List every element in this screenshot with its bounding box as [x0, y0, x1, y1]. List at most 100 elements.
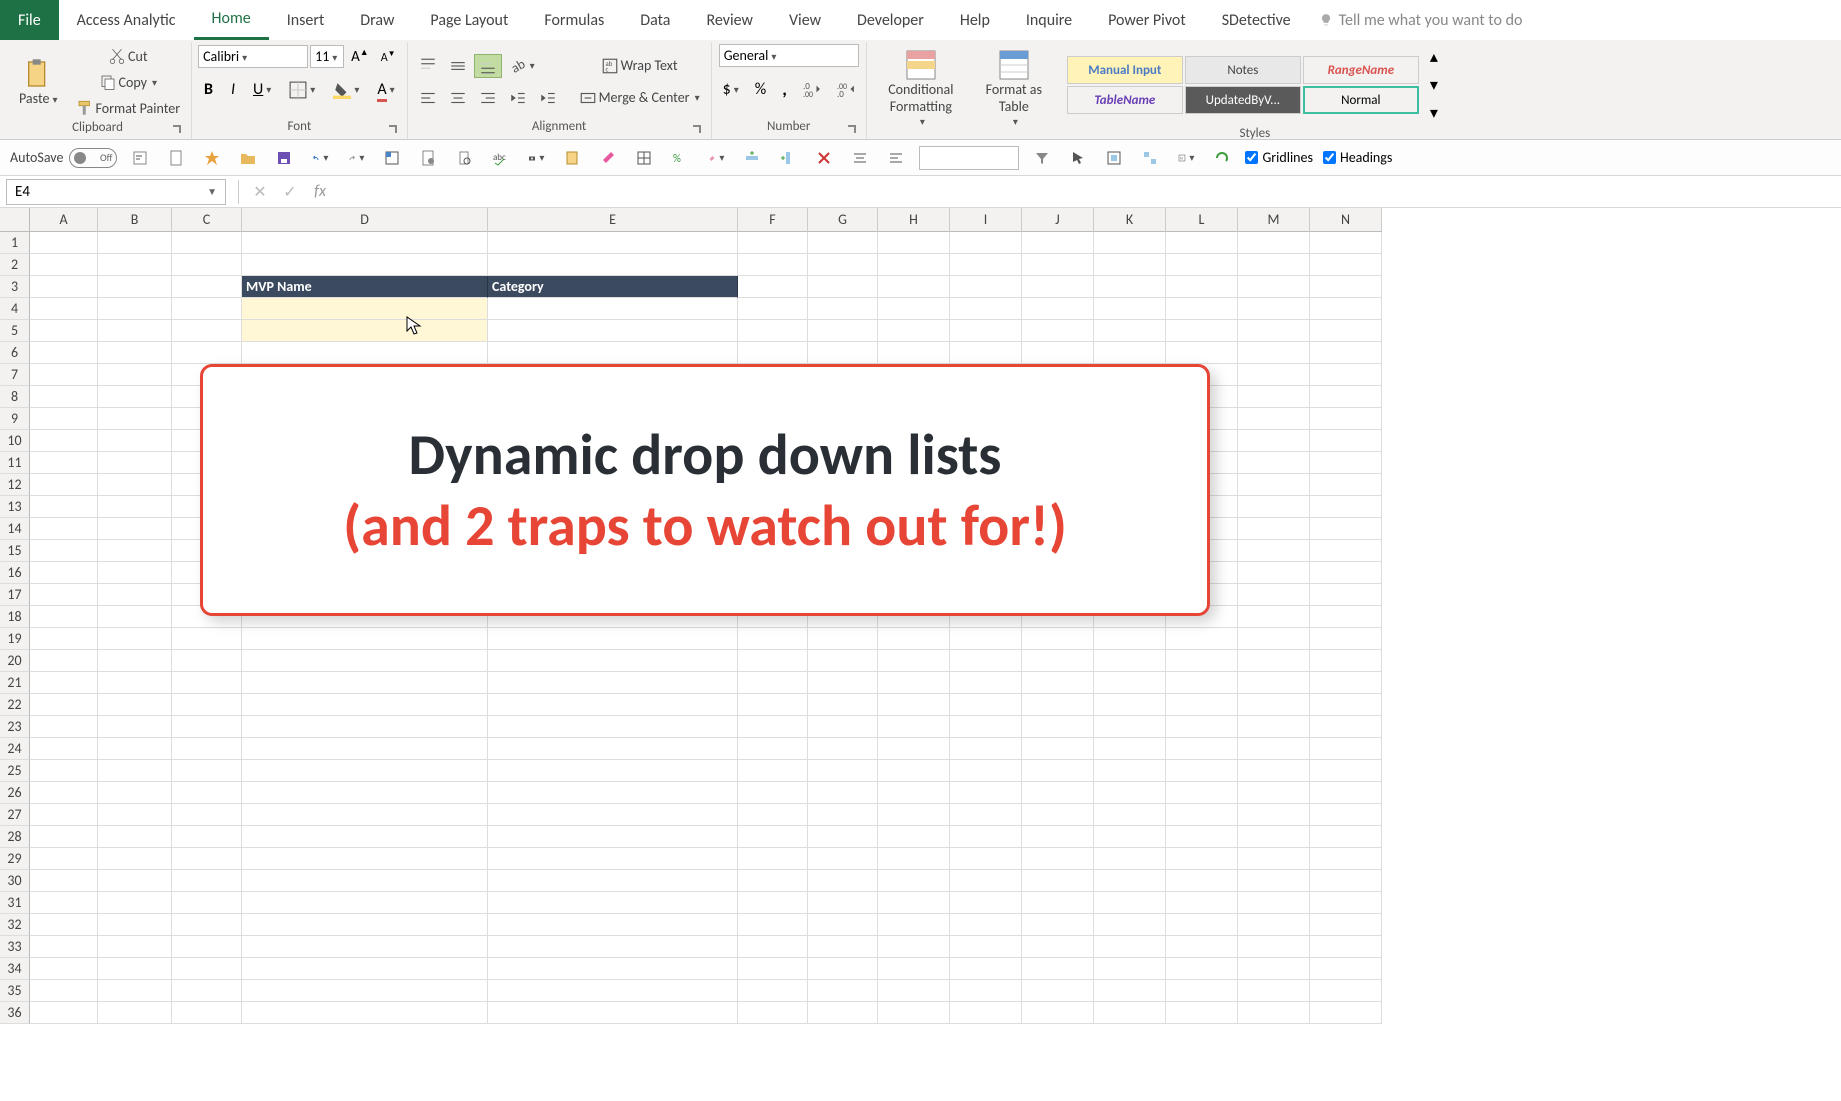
cell-F30[interactable] [738, 870, 808, 892]
format-as-table-button[interactable]: Format as Table [973, 44, 1055, 133]
cell-I29[interactable] [950, 848, 1022, 870]
qat-insert-rows-button[interactable] [739, 145, 765, 171]
cell-C5[interactable] [172, 320, 242, 342]
cell-I26[interactable] [950, 782, 1022, 804]
column-header-I[interactable]: I [950, 208, 1022, 232]
cell-J36[interactable] [1022, 1002, 1094, 1024]
cut-button[interactable]: Cut [71, 44, 186, 68]
number-format-combo[interactable]: General [719, 44, 859, 67]
wrap-text-button[interactable]: abc Wrap Text [574, 54, 705, 78]
tab-access-analytic[interactable]: Access Analytic [59, 0, 194, 40]
cell-C23[interactable] [172, 716, 242, 738]
tab-formulas[interactable]: Formulas [526, 0, 622, 40]
cell-N13[interactable] [1310, 496, 1382, 518]
cell-M16[interactable] [1238, 562, 1310, 584]
cell-A3[interactable] [30, 276, 98, 298]
cell-F35[interactable] [738, 980, 808, 1002]
cell-J27[interactable] [1022, 804, 1094, 826]
cell-M32[interactable] [1238, 914, 1310, 936]
cell-B26[interactable] [98, 782, 172, 804]
row-header-21[interactable]: 21 [0, 672, 30, 694]
cell-E5[interactable] [488, 320, 738, 342]
cell-K27[interactable] [1094, 804, 1166, 826]
cell-M12[interactable] [1238, 474, 1310, 496]
cell-B5[interactable] [98, 320, 172, 342]
cell-G21[interactable] [808, 672, 878, 694]
cell-B6[interactable] [98, 342, 172, 364]
cell-A24[interactable] [30, 738, 98, 760]
cell-E20[interactable] [488, 650, 738, 672]
cell-D3[interactable]: MVP Name [242, 276, 488, 298]
cell-I34[interactable] [950, 958, 1022, 980]
style-tablename[interactable]: TableName [1067, 86, 1183, 114]
cell-G26[interactable] [808, 782, 878, 804]
cell-K33[interactable] [1094, 936, 1166, 958]
cell-G25[interactable] [808, 760, 878, 782]
cell-J32[interactable] [1022, 914, 1094, 936]
cell-N27[interactable] [1310, 804, 1382, 826]
cell-A17[interactable] [30, 584, 98, 606]
qat-insert-cols-button[interactable] [775, 145, 801, 171]
row-header-35[interactable]: 35 [0, 980, 30, 1002]
row-header-16[interactable]: 16 [0, 562, 30, 584]
cell-D2[interactable] [242, 254, 488, 276]
cell-B32[interactable] [98, 914, 172, 936]
cell-G6[interactable] [808, 342, 878, 364]
cell-M13[interactable] [1238, 496, 1310, 518]
cell-M1[interactable] [1238, 232, 1310, 254]
cell-A9[interactable] [30, 408, 98, 430]
cell-G2[interactable] [808, 254, 878, 276]
cell-M19[interactable] [1238, 628, 1310, 650]
cell-K28[interactable] [1094, 826, 1166, 848]
cell-B35[interactable] [98, 980, 172, 1002]
tab-draw[interactable]: Draw [342, 0, 412, 40]
cell-B29[interactable] [98, 848, 172, 870]
cell-I23[interactable] [950, 716, 1022, 738]
cell-B28[interactable] [98, 826, 172, 848]
cell-A1[interactable] [30, 232, 98, 254]
row-header-1[interactable]: 1 [0, 232, 30, 254]
cell-A22[interactable] [30, 694, 98, 716]
cell-H3[interactable] [878, 276, 950, 298]
column-header-M[interactable]: M [1238, 208, 1310, 232]
cell-N15[interactable] [1310, 540, 1382, 562]
cell-F36[interactable] [738, 1002, 808, 1024]
cell-C4[interactable] [172, 298, 242, 320]
cell-H33[interactable] [878, 936, 950, 958]
style-scroll-up-button[interactable]: ▴ [1425, 44, 1443, 70]
cell-B7[interactable] [98, 364, 172, 386]
cell-L26[interactable] [1166, 782, 1238, 804]
cell-G34[interactable] [808, 958, 878, 980]
cell-N4[interactable] [1310, 298, 1382, 320]
qat-redo-button[interactable] [343, 145, 369, 171]
row-header-18[interactable]: 18 [0, 606, 30, 628]
cell-D25[interactable] [242, 760, 488, 782]
cell-I3[interactable] [950, 276, 1022, 298]
cell-M10[interactable] [1238, 430, 1310, 452]
cell-C20[interactable] [172, 650, 242, 672]
cell-N26[interactable] [1310, 782, 1382, 804]
cell-B23[interactable] [98, 716, 172, 738]
cell-F19[interactable] [738, 628, 808, 650]
row-header-8[interactable]: 8 [0, 386, 30, 408]
tab-developer[interactable]: Developer [839, 0, 942, 40]
cell-J23[interactable] [1022, 716, 1094, 738]
cell-D4[interactable] [242, 298, 488, 320]
cell-A31[interactable] [30, 892, 98, 914]
column-header-K[interactable]: K [1094, 208, 1166, 232]
cell-A21[interactable] [30, 672, 98, 694]
tab-power-pivot[interactable]: Power Pivot [1090, 0, 1204, 40]
cell-D32[interactable] [242, 914, 488, 936]
cell-G31[interactable] [808, 892, 878, 914]
align-middle-button[interactable] [444, 54, 472, 78]
cell-F1[interactable] [738, 232, 808, 254]
cell-D1[interactable] [242, 232, 488, 254]
cell-H22[interactable] [878, 694, 950, 716]
cell-I20[interactable] [950, 650, 1022, 672]
cell-F20[interactable] [738, 650, 808, 672]
cell-H26[interactable] [878, 782, 950, 804]
cell-B30[interactable] [98, 870, 172, 892]
cell-G3[interactable] [808, 276, 878, 298]
cell-I21[interactable] [950, 672, 1022, 694]
qat-save-button[interactable] [271, 145, 297, 171]
